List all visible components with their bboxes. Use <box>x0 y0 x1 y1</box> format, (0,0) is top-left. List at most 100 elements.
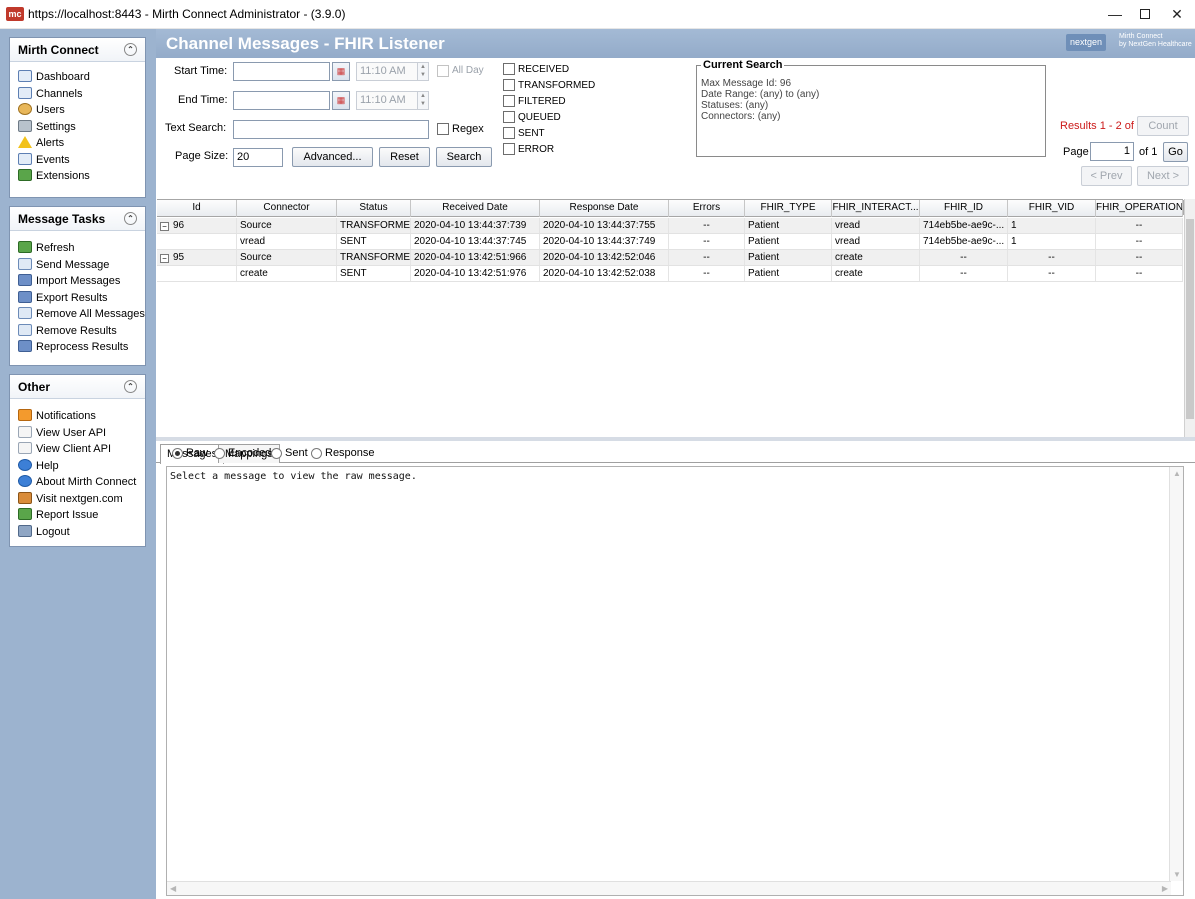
other-visit-nextgen[interactable]: Visit nextgen.com <box>18 491 145 508</box>
maximize-button[interactable] <box>1130 4 1160 24</box>
cell-text: -- <box>1135 236 1143 247</box>
advanced-button[interactable]: Advanced... <box>292 147 373 167</box>
task-remove-results[interactable]: Remove Results <box>18 323 145 340</box>
column-header-id[interactable]: Id <box>157 200 237 217</box>
column-header-errors[interactable]: Errors <box>669 200 745 217</box>
other-view-client-api[interactable]: View Client API <box>18 441 145 458</box>
sidebar-item-events[interactable]: Events <box>18 152 145 169</box>
message-tasks-panel-header[interactable]: Message Tasks ⌃ <box>10 207 145 231</box>
status-queued-checkbox[interactable] <box>503 111 515 123</box>
status-sent-checkbox[interactable] <box>503 127 515 139</box>
task-reprocess-results[interactable]: Reprocess Results <box>18 339 145 356</box>
column-header-fhir-vid[interactable]: FHIR_VID <box>1008 200 1096 217</box>
text-search-input[interactable] <box>233 120 429 139</box>
minimize-button[interactable]: — <box>1100 4 1130 24</box>
spinner-arrows-icon[interactable]: ▲ ▼ <box>417 91 429 110</box>
close-window-button[interactable]: ✕ <box>1162 4 1192 24</box>
table-row[interactable]: −95 Source TRANSFORMED 2020-04-10 13:42:51:… <box>157 250 1183 266</box>
raw-radio[interactable] <box>172 448 183 459</box>
reset-button[interactable]: Reset <box>379 147 430 167</box>
table-row[interactable]: vread SENT 2020-04-10 13:44:37:745 2020-04-… <box>157 234 1183 250</box>
table-cell-connector: create <box>237 266 337 281</box>
scroll-up-icon[interactable]: ▲ <box>1173 469 1181 478</box>
next-page-button[interactable]: Next > <box>1137 166 1189 186</box>
column-header-status[interactable]: Status <box>337 200 411 217</box>
column-header-fhir-interaction[interactable]: FHIR_INTERACT... <box>832 200 920 217</box>
message-horizontal-scrollbar[interactable]: ◀ ▶ <box>167 881 1171 895</box>
other-help[interactable]: Help <box>18 458 145 475</box>
status-transformed-checkbox[interactable] <box>503 79 515 91</box>
other-about[interactable]: About Mirth Connect <box>18 474 145 491</box>
column-header-fhir-id[interactable]: FHIR_ID <box>920 200 1008 217</box>
status-error-checkbox[interactable] <box>503 143 515 155</box>
go-button[interactable]: Go <box>1163 142 1188 162</box>
collapse-row-icon[interactable]: − <box>160 222 169 231</box>
scroll-left-icon[interactable]: ◀ <box>170 884 176 893</box>
calendar-icon[interactable]: ▦ <box>332 62 350 81</box>
column-header-fhir-type[interactable]: FHIR_TYPE <box>745 200 832 217</box>
encoded-radio[interactable] <box>214 448 225 459</box>
task-export-results[interactable]: Export Results <box>18 290 145 307</box>
spinner-arrows-icon[interactable]: ▲ ▼ <box>417 62 429 81</box>
column-header-received-date[interactable]: Received Date <box>411 200 540 217</box>
status-received-checkbox[interactable] <box>503 63 515 75</box>
sidebar-item-dashboard[interactable]: Dashboard <box>18 69 145 86</box>
collapse-icon[interactable]: ⌃ <box>124 212 137 225</box>
scrollbar-thumb[interactable] <box>1186 219 1194 419</box>
column-header-connector[interactable]: Connector <box>237 200 337 217</box>
collapse-row-icon[interactable]: − <box>160 254 169 263</box>
page-size-input[interactable]: 20 <box>233 148 283 167</box>
page-number-input[interactable]: 1 <box>1090 142 1134 161</box>
start-date-input[interactable] <box>233 62 330 81</box>
sidebar-item-settings[interactable]: Settings <box>18 119 145 136</box>
other-view-user-api[interactable]: View User API <box>18 425 145 442</box>
start-time-spinner[interactable]: 11:10 AM <box>356 62 418 81</box>
sidebar-item-alerts[interactable]: Alerts <box>18 135 145 152</box>
calendar-icon[interactable]: ▦ <box>332 91 350 110</box>
sidebar-item-extensions[interactable]: Extensions <box>18 168 145 185</box>
prev-page-button[interactable]: < Prev <box>1081 166 1132 186</box>
scroll-right-icon[interactable]: ▶ <box>1162 884 1168 893</box>
task-import-messages[interactable]: Import Messages <box>18 273 145 290</box>
reprocess-icon <box>18 340 32 352</box>
table-row[interactable]: create SENT 2020-04-10 13:42:51:976 2020-04… <box>157 266 1183 282</box>
end-date-input[interactable] <box>233 91 330 110</box>
collapse-icon[interactable]: ⌃ <box>124 380 137 393</box>
end-time-spinner[interactable]: 11:10 AM <box>356 91 418 110</box>
regex-checkbox[interactable] <box>437 123 449 135</box>
task-refresh[interactable]: Refresh <box>18 240 145 257</box>
cell-text: -- <box>960 268 967 279</box>
column-header-fhir-operation[interactable]: FHIR_OPERATION <box>1096 200 1183 217</box>
column-header-response-date[interactable]: Response Date <box>540 200 669 217</box>
home-icon <box>18 491 32 504</box>
other-logout[interactable]: Logout <box>18 524 145 541</box>
scroll-down-icon[interactable]: ▼ <box>1173 870 1181 879</box>
task-send-message[interactable]: Send Message <box>18 257 145 274</box>
collapse-icon[interactable]: ⌃ <box>124 43 137 56</box>
sidebar-item-users[interactable]: Users <box>18 102 145 119</box>
table-cell-id <box>157 266 237 281</box>
other-notifications[interactable]: Notifications <box>18 408 145 425</box>
count-button[interactable]: Count <box>1137 116 1189 136</box>
search-button[interactable]: Search <box>436 147 492 167</box>
table-vertical-scrollbar[interactable] <box>1184 199 1195 437</box>
response-radio[interactable] <box>311 448 322 459</box>
sent-radio[interactable] <box>271 448 282 459</box>
table-cell-fhir-type: Patient <box>745 218 832 233</box>
status-filtered-checkbox[interactable] <box>503 95 515 107</box>
sidebar-item-channels[interactable]: Channels <box>18 86 145 103</box>
task-remove-all-messages[interactable]: Remove All Messages <box>18 306 145 323</box>
text-search-label: Text Search: <box>165 122 227 134</box>
table-cell-fhir-operation: -- <box>1096 250 1183 265</box>
table-cell-fhir-type: Patient <box>745 266 832 281</box>
table-row[interactable]: −96 Source TRANSFORMED 2020-04-10 13:44:37:… <box>157 218 1183 234</box>
table-cell-fhir-operation: -- <box>1096 218 1183 233</box>
message-vertical-scrollbar[interactable]: ▲ ▼ <box>1169 467 1183 881</box>
message-text-area[interactable]: Select a message to view the raw message… <box>166 466 1184 896</box>
other-report-issue[interactable]: Report Issue <box>18 507 145 524</box>
mirth-connect-panel-header[interactable]: Mirth Connect ⌃ <box>10 38 145 62</box>
table-cell-received: 2020-04-10 13:44:37:745 <box>411 234 540 249</box>
bug-icon <box>18 508 32 520</box>
all-day-checkbox[interactable] <box>437 65 449 77</box>
other-panel-header[interactable]: Other ⌃ <box>10 375 145 399</box>
